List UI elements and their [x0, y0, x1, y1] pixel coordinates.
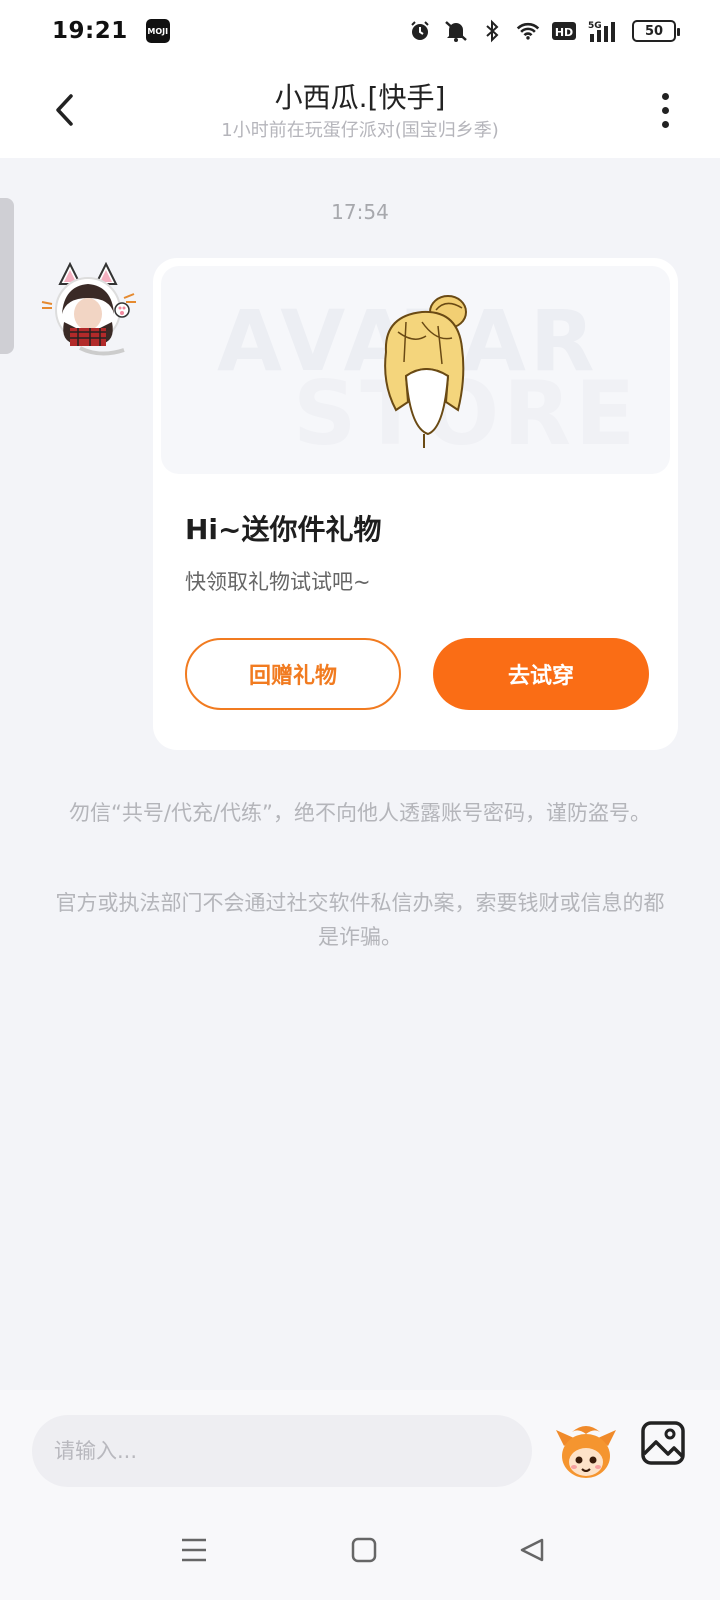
more-dot-icon	[661, 92, 669, 100]
try-on-button[interactable]: 去试穿	[433, 638, 649, 710]
contact-status: 1小时前在玩蛋仔派对(国宝归乡季)	[221, 120, 499, 141]
status-icons: HD 5G 50	[408, 19, 680, 43]
image-icon	[641, 1421, 685, 1465]
return-gift-button[interactable]: 回赠礼物	[185, 638, 401, 710]
wifi-icon	[516, 19, 540, 43]
recent-apps-button[interactable]	[174, 1530, 214, 1570]
chat-header: 小西瓜.[快手] 1小时前在玩蛋仔派对(国宝归乡季)	[0, 62, 720, 158]
square-home-icon	[351, 1537, 377, 1563]
contact-name: 小西瓜.[快手]	[274, 81, 446, 114]
home-button[interactable]	[344, 1530, 384, 1570]
svg-text:5G: 5G	[588, 21, 602, 31]
emoji-mascot-button[interactable]	[554, 1420, 618, 1484]
signal-icon: 5G	[588, 19, 620, 43]
bluetooth-icon	[480, 19, 504, 43]
svg-text:HD: HD	[555, 26, 573, 39]
send-image-button[interactable]	[640, 1420, 686, 1466]
gift-title: Hi~送你件礼物	[185, 513, 382, 546]
chat-screen: 19:21 MOJI HD 5G 50 小西瓜.[快手] 1小时前在玩蛋仔派对(…	[0, 0, 720, 1600]
status-bar: 19:21 MOJI HD 5G 50	[0, 0, 720, 62]
more-options-button[interactable]	[650, 88, 680, 132]
triangle-back-icon	[520, 1538, 544, 1562]
moji-app-icon: MOJI	[145, 19, 170, 43]
alarm-icon	[408, 19, 432, 43]
gift-description: 快领取礼物试试吧~	[185, 570, 371, 594]
menu-icon	[182, 1538, 206, 1562]
system-navigation-bar	[0, 1500, 720, 1600]
message-input[interactable]	[32, 1415, 532, 1487]
mute-icon	[444, 19, 468, 43]
more-dot-icon	[661, 120, 669, 128]
sender-avatar[interactable]	[40, 261, 136, 358]
message-timestamp: 17:54	[331, 200, 389, 224]
message-input-bar	[0, 1390, 720, 1500]
more-dot-icon	[661, 106, 669, 114]
status-time: 19:21	[52, 18, 128, 44]
security-notice-account: 勿信“共号/代充/代练”，绝不向他人透露账号密码，谨防盗号。	[69, 801, 651, 825]
mascot-icon	[556, 1426, 616, 1478]
battery-icon: 50	[632, 20, 680, 42]
system-back-button[interactable]	[512, 1530, 552, 1570]
gift-banner: AVATAR STORE	[161, 266, 670, 474]
hd-icon: HD	[552, 19, 576, 43]
gift-message-card: AVATAR STORE Hi~送你件礼物 快领取礼物试试吧~ 回赠礼物 去试穿	[153, 258, 678, 750]
hairstyle-gift-image	[384, 295, 467, 448]
security-notice-fraud: 官方或执法部门不会通过社交软件私信办案，索要钱财或信息的都是诈骗。	[55, 891, 665, 949]
